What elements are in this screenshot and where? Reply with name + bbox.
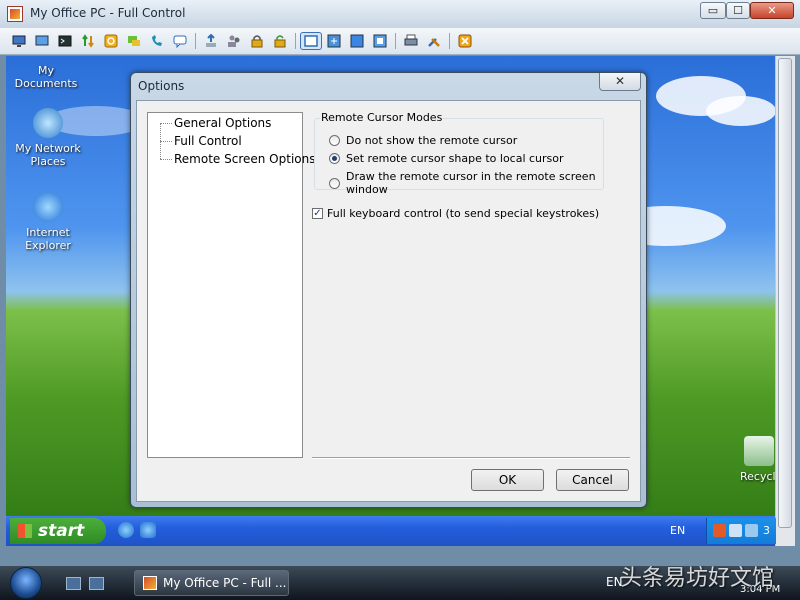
- app-icon: [143, 576, 157, 590]
- windows-flag-icon: [18, 524, 32, 538]
- remote-screen-icon[interactable]: [33, 32, 51, 50]
- app-icon: [7, 6, 23, 22]
- desktop-icon-label: My Documents: [14, 64, 78, 90]
- desktop-icon-my-documents[interactable]: My Documents: [6, 64, 86, 90]
- unlock-icon[interactable]: [271, 32, 289, 50]
- radio-local-cursor-shape[interactable]: Set remote cursor shape to local cursor: [329, 152, 564, 165]
- xp-language-indicator[interactable]: EN: [670, 524, 685, 537]
- dialog-divider: [312, 457, 630, 459]
- desktop-icon-internet-explorer[interactable]: Internet Explorer: [8, 192, 88, 252]
- desktop-icon-label: Recycle: [740, 470, 775, 483]
- minimize-button[interactable]: ▭: [700, 2, 726, 19]
- start-button[interactable]: start: [10, 518, 106, 544]
- ie-quicklaunch-icon[interactable]: [118, 522, 134, 538]
- taskbar-button-my-office-pc[interactable]: My Office PC - Full ...: [134, 570, 289, 596]
- users-icon[interactable]: [225, 32, 243, 50]
- print-icon[interactable]: [402, 32, 420, 50]
- radio-label: Set remote cursor shape to local cursor: [346, 152, 564, 165]
- window-titlebar[interactable]: My Office PC - Full Control ▭ ☐ ✕: [0, 0, 800, 29]
- full-keyboard-control-checkbox[interactable]: ✓: [312, 208, 323, 219]
- radio-draw-remote-cursor[interactable]: Draw the remote cursor in the remote scr…: [329, 170, 640, 196]
- desktop-icon-label: My Network Places: [15, 142, 81, 168]
- options-tree: General Options Full Control Remote Scre…: [147, 112, 316, 458]
- dialog-close-button[interactable]: ✕: [599, 73, 641, 91]
- lock-icon[interactable]: [248, 32, 266, 50]
- checkbox-label: Full keyboard control (to send special k…: [327, 207, 600, 220]
- maximize-button[interactable]: ☐: [726, 2, 750, 19]
- scale-icon[interactable]: [371, 32, 389, 50]
- tree-item-full-control[interactable]: Full Control: [174, 134, 242, 148]
- cancel-button[interactable]: Cancel: [556, 469, 629, 491]
- ok-button[interactable]: OK: [471, 469, 544, 491]
- network-places-icon: [33, 108, 63, 138]
- toolbar: [0, 28, 800, 55]
- phone-icon[interactable]: [148, 32, 166, 50]
- upload-icon[interactable]: [202, 32, 220, 50]
- monitor-icon[interactable]: [10, 32, 28, 50]
- radio-label: Do not show the remote cursor: [346, 134, 518, 147]
- radio-button[interactable]: [329, 135, 340, 146]
- network-tray-icon[interactable]: [729, 524, 742, 537]
- internet-explorer-icon: [33, 192, 63, 222]
- xp-taskbar: start EN 3: [6, 516, 776, 546]
- radio-button[interactable]: [329, 153, 340, 164]
- full-keyboard-control-checkbox-row[interactable]: ✓ Full keyboard control (to send special…: [312, 207, 599, 220]
- recycle-bin-icon: [744, 436, 774, 466]
- desktop-icon-recycle[interactable]: Recycle: [716, 436, 775, 483]
- volume-tray-icon[interactable]: [745, 524, 758, 537]
- fit-screen-icon[interactable]: [325, 32, 343, 50]
- blue-square-icon[interactable]: [348, 32, 366, 50]
- group-title: Remote Cursor Modes: [320, 111, 444, 124]
- options-dialog: Options ✕ General Options Full Control R…: [130, 72, 647, 508]
- disconnect-icon[interactable]: [456, 32, 474, 50]
- switch-windows-icon[interactable]: [89, 577, 104, 590]
- vista-start-orb[interactable]: [10, 567, 42, 599]
- start-label: start: [38, 521, 85, 541]
- close-button[interactable]: ✕: [750, 2, 794, 19]
- outlook-quicklaunch-icon[interactable]: [140, 522, 156, 538]
- xp-system-tray: 3: [706, 518, 776, 544]
- terminal-icon[interactable]: [56, 32, 74, 50]
- watermark-text: 头条易坊好文馆: [620, 566, 775, 591]
- message-icon[interactable]: [171, 32, 189, 50]
- show-desktop-icon[interactable]: [66, 577, 81, 590]
- security-tray-icon[interactable]: [713, 524, 726, 537]
- window-title: My Office PC - Full Control: [30, 6, 186, 20]
- dialog-body: General Options Full Control Remote Scre…: [136, 100, 641, 502]
- transfer-icon[interactable]: [79, 32, 97, 50]
- desktop-icon-label: Internet Explorer: [25, 226, 71, 252]
- scrollbar-thumb[interactable]: [778, 58, 792, 528]
- radio-hide-cursor[interactable]: Do not show the remote cursor: [329, 134, 517, 147]
- radio-label: Draw the remote cursor in the remote scr…: [345, 170, 596, 196]
- xp-clock: 3: [763, 524, 770, 537]
- radio-button[interactable]: [329, 177, 340, 189]
- dialog-title: Options: [138, 79, 185, 93]
- full-screen-icon[interactable]: [300, 32, 322, 50]
- tree-item-remote-screen-options[interactable]: Remote Screen Options: [174, 152, 316, 166]
- info-icon[interactable]: [102, 32, 120, 50]
- tree-item-general-options[interactable]: General Options: [174, 116, 271, 130]
- vertical-scrollbar[interactable]: [775, 56, 795, 546]
- desktop-icon-network-places[interactable]: My Network Places: [8, 108, 88, 168]
- chat-icon[interactable]: [125, 32, 143, 50]
- tools-icon[interactable]: [425, 32, 443, 50]
- taskbar-button-label: My Office PC - Full ...: [163, 576, 287, 590]
